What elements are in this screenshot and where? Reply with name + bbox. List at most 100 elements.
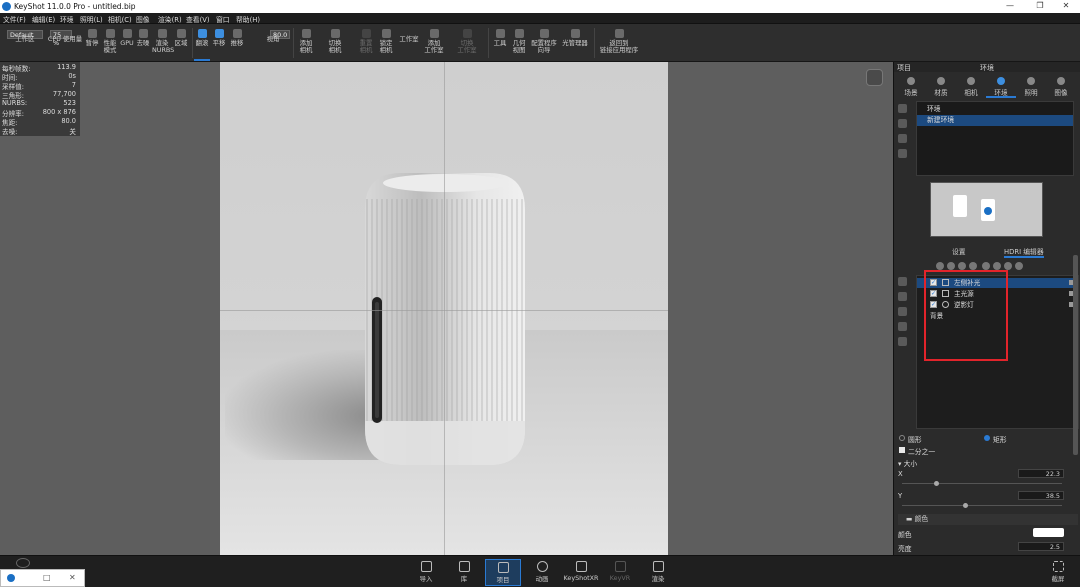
tab-hdri-editor[interactable]: HDRI 编辑器	[1004, 246, 1044, 258]
target-icon[interactable]	[898, 337, 907, 346]
picture-icon[interactable]	[1015, 262, 1023, 270]
delete-environment-icon[interactable]	[898, 149, 907, 158]
color-swatch[interactable]	[1033, 528, 1064, 537]
mini-close-icon[interactable]: ✕	[69, 573, 76, 582]
environment-preview[interactable]	[930, 182, 1043, 237]
half-checkbox[interactable]	[899, 447, 905, 453]
tab-environment[interactable]: 环境	[986, 74, 1016, 98]
y-slider[interactable]	[902, 503, 1062, 508]
pan-button[interactable]: 平移	[211, 24, 227, 61]
maximize-button[interactable]: ❐	[1026, 1, 1054, 10]
tab-material[interactable]: 材质	[926, 74, 956, 98]
add-camera-label: 添加 相机	[299, 39, 313, 54]
list-item[interactable]: 环境	[917, 104, 1073, 115]
size-header[interactable]: ▾ 大小	[898, 458, 917, 468]
performance-mode-button[interactable]: 性能 模式	[100, 24, 120, 61]
tab-camera[interactable]: 相机	[956, 74, 986, 98]
lock-camera-button[interactable]: 锁定 相机	[376, 24, 396, 61]
menu-file[interactable]: 文件(F)	[3, 14, 26, 24]
menu-window[interactable]: 窗口	[216, 14, 230, 24]
viewport-settings-icon[interactable]	[866, 69, 883, 86]
light-manager-button[interactable]: 光管理器	[560, 24, 590, 61]
configurator-wizard-button[interactable]: 配置程序 向导	[530, 24, 558, 61]
region-button[interactable]: 区域	[172, 24, 190, 61]
project-button[interactable]: 项目	[485, 559, 521, 586]
list-item[interactable]: 新建环境	[917, 115, 1073, 126]
pause-button[interactable]: 暂停	[84, 24, 100, 61]
pause-label: 暂停	[85, 39, 99, 47]
denoise-button[interactable]: 去噪	[134, 24, 152, 61]
x-slider-knob[interactable]	[934, 481, 939, 486]
add-environment-icon[interactable]	[898, 104, 907, 113]
add-image-pin-icon[interactable]	[958, 262, 966, 270]
minimize-button[interactable]: —	[996, 1, 1024, 10]
hdri-toggle-icon[interactable]	[16, 558, 30, 568]
switch-camera-button[interactable]: 切换 相机	[320, 24, 350, 61]
tab-label: 场景	[904, 89, 918, 97]
shape-rect-radio[interactable]	[984, 435, 990, 441]
menu-camera[interactable]: 相机(C)	[108, 14, 132, 24]
toolbar-divider	[488, 28, 489, 58]
render-button[interactable]: 渲染	[640, 559, 676, 586]
keyshotxr-button[interactable]: KeyShotXR	[560, 559, 602, 586]
tab-image[interactable]: 图像	[1046, 74, 1076, 98]
tab-settings[interactable]: 设置	[952, 246, 966, 256]
color-label: 颜色	[898, 531, 912, 539]
switch-studio-button[interactable]: 切换 工作室	[452, 24, 482, 61]
animation-button[interactable]: 动画	[524, 559, 560, 586]
close-button[interactable]: ✕	[1052, 1, 1080, 10]
y-value-input[interactable]: 38.5	[1018, 491, 1064, 500]
panel-scrollbar[interactable]	[1073, 255, 1078, 455]
color-section-header[interactable]: ▬ 颜色	[898, 514, 1078, 525]
menu-render[interactable]: 渲染(R)	[158, 14, 182, 24]
mini-maximize-icon[interactable]: □	[43, 573, 51, 582]
keyvr-button[interactable]: KeyVR	[602, 559, 638, 586]
menu-image[interactable]: 图像	[136, 14, 150, 24]
add-pin-icon[interactable]	[936, 262, 944, 270]
menu-lighting[interactable]: 照明(L)	[80, 14, 103, 24]
menu-view[interactable]: 查看(V)	[186, 14, 210, 24]
menu-help[interactable]: 帮助(H)	[236, 14, 260, 24]
x-value-input[interactable]: 22.3	[1018, 469, 1064, 478]
tab-lighting[interactable]: 照明	[1016, 74, 1046, 98]
return-linked-app-button[interactable]: 返回到 链接应用程序	[596, 24, 642, 61]
project-label: 项目	[496, 576, 510, 584]
render-nurbs-button[interactable]: 渲染 NURBS	[152, 24, 174, 61]
add-light-pin-icon[interactable]	[969, 262, 977, 270]
menu-edit[interactable]: 编辑(E)	[32, 14, 55, 24]
tab-scene[interactable]: 场景	[896, 74, 926, 98]
duplicate-environment-icon[interactable]	[898, 119, 907, 128]
add-camera-button[interactable]: 添加 相机	[296, 24, 316, 61]
reset-camera-button[interactable]: 重置 相机	[356, 24, 376, 61]
stat-row: 分辨率: 800 x 876	[2, 108, 78, 118]
tools-button[interactable]: 工具	[491, 24, 509, 61]
stack-icon[interactable]	[1004, 262, 1012, 270]
library-button[interactable]: 库	[446, 559, 482, 586]
rotate-icon[interactable]	[982, 262, 990, 270]
brush-icon[interactable]	[993, 262, 1001, 270]
geometry-view-button[interactable]: 几何 视图	[509, 24, 529, 61]
brightness-input[interactable]: 2.5	[1018, 542, 1064, 551]
tumble-button[interactable]: 翻滚	[194, 24, 210, 61]
panel-title: 环境	[980, 64, 994, 72]
y-slider-knob[interactable]	[963, 503, 968, 508]
add-circle-pin-icon[interactable]	[947, 262, 955, 270]
screenshot-button[interactable]: 截屏	[1040, 559, 1076, 586]
move-up-icon[interactable]	[898, 292, 907, 301]
keyshot-logo-icon	[2, 2, 11, 11]
switch-camera-icon	[330, 29, 340, 38]
delete-pin-icon[interactable]	[898, 277, 907, 286]
dolly-button[interactable]: 推移	[228, 24, 246, 61]
move-down-icon[interactable]	[898, 307, 907, 316]
shape-circle-radio[interactable]	[899, 435, 905, 441]
menu-environment[interactable]: 环境	[60, 14, 74, 24]
copy-environment-icon[interactable]	[898, 134, 907, 143]
duplicate-pin-icon[interactable]	[898, 322, 907, 331]
stat-value: 113.9	[57, 63, 76, 71]
x-slider[interactable]	[902, 481, 1062, 486]
add-studio-button[interactable]: 添加 工作室	[422, 24, 446, 61]
import-button[interactable]: 导入	[408, 559, 444, 586]
gpu-button[interactable]: GPU	[120, 24, 134, 61]
stat-value: 80.0	[61, 117, 76, 125]
tools-icon	[495, 29, 505, 38]
